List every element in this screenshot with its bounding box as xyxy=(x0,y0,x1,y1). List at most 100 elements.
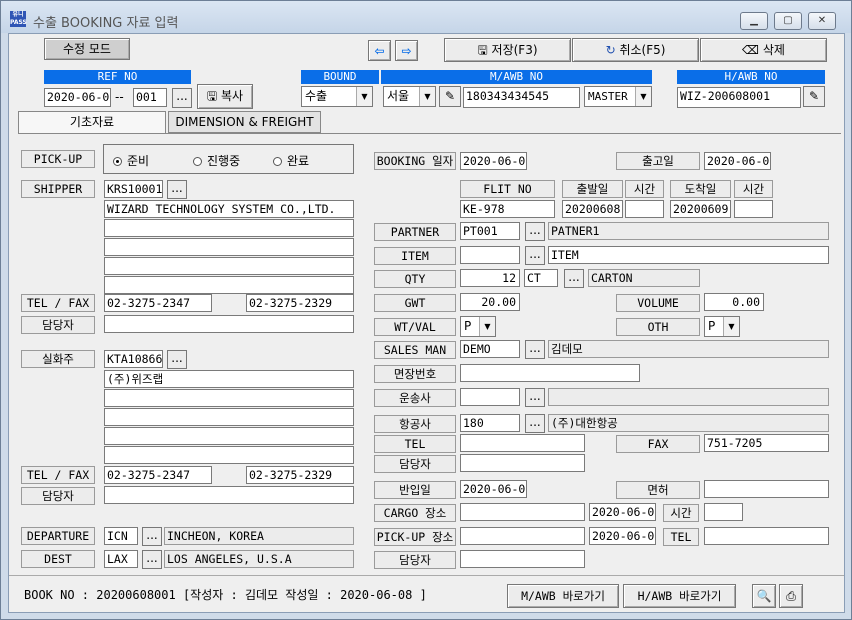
prev-arrow-icon[interactable]: ⇦ xyxy=(368,40,391,61)
arr-time-input[interactable] xyxy=(734,200,773,218)
item-lookup-button[interactable]: ... xyxy=(525,246,545,265)
delete-button[interactable]: ⌫ 삭제 xyxy=(700,38,827,62)
item-code-input[interactable] xyxy=(460,246,520,264)
sales-lookup-button[interactable]: ... xyxy=(525,340,545,359)
shipper-line-1[interactable]: WIZARD TECHNOLOGY SYSTEM CO.,LTD. xyxy=(104,200,354,218)
dep-time-input[interactable] xyxy=(625,200,664,218)
wtval-select[interactable]: P ▼ xyxy=(460,316,496,337)
inbound-date-input[interactable]: 2020-06-08 xyxy=(460,480,527,498)
release-date-input[interactable]: 2020-06-08 xyxy=(704,152,771,170)
cargo-date-input[interactable]: 2020-06-08 xyxy=(589,503,656,521)
departure-lookup-button[interactable]: ... xyxy=(142,527,162,546)
oth-select[interactable]: P ▼ xyxy=(704,316,740,337)
ref-date-input[interactable]: 2020-06-08 xyxy=(44,88,111,107)
dest-code-input[interactable]: LAX xyxy=(104,550,138,568)
flit-no-input[interactable]: KE-978 xyxy=(460,200,555,218)
departure-code-input[interactable]: ICN xyxy=(104,527,138,545)
license-input[interactable] xyxy=(460,364,640,382)
partner-code-input[interactable]: PT001 xyxy=(460,222,520,240)
shipper-line-5[interactable] xyxy=(104,276,354,294)
consignee-line-4[interactable] xyxy=(104,427,354,445)
qty-unit-lookup-button[interactable]: ... xyxy=(564,269,584,288)
floppy-icon: 🖫 xyxy=(206,89,221,103)
permit-input[interactable] xyxy=(704,480,829,498)
pickup-radio-done[interactable]: 완료 xyxy=(273,152,309,169)
partner-lookup-button[interactable]: ... xyxy=(525,222,545,241)
consignee-line-2[interactable] xyxy=(104,389,354,407)
shipper-line-2[interactable] xyxy=(104,219,354,237)
consignee-tel-input[interactable]: 02-3275-2347 xyxy=(104,466,212,484)
mawb-header: M/AWB NO xyxy=(381,70,652,84)
airline-contact-input[interactable] xyxy=(460,454,585,472)
consignee-fax-input[interactable]: 02-3275-2329 xyxy=(246,466,354,484)
tab-dimension[interactable]: DIMENSION & FREIGHT xyxy=(168,111,321,133)
airline-tel-input[interactable] xyxy=(460,434,585,452)
shipper-lookup-button[interactable]: ... xyxy=(167,180,187,199)
hawb-number-input[interactable]: WIZ-200608001 xyxy=(677,87,801,108)
carrier-lookup-button[interactable]: ... xyxy=(525,388,545,407)
shipper-code-input[interactable]: KRS10001 xyxy=(104,180,163,198)
close-button[interactable]: ✕ xyxy=(808,12,836,30)
shipper-contact-input[interactable] xyxy=(104,315,354,333)
bottom-contact-label: 담당자 xyxy=(374,551,456,569)
consignee-line-1[interactable]: (주)위즈랩 xyxy=(104,370,354,388)
mode-button[interactable]: 수정 모드 xyxy=(44,38,130,60)
bottom-contact-input[interactable] xyxy=(460,550,585,568)
airline-fax-input[interactable]: 751-7205 xyxy=(704,434,829,452)
mawb-number-input[interactable]: 180343434545 xyxy=(463,87,580,108)
mawb-type-select[interactable]: MASTER ▼ xyxy=(584,86,652,107)
ref-lookup-button[interactable]: ... xyxy=(172,88,192,108)
copy-button[interactable]: 🖫 복사 xyxy=(197,84,253,109)
booking-date-input[interactable]: 2020-06-08 xyxy=(460,152,527,170)
carrier-code-input[interactable] xyxy=(460,388,520,406)
ref-seq-input[interactable]: 001 xyxy=(133,88,167,107)
qty-input[interactable]: 12 xyxy=(460,269,520,287)
mawb-edit-pen-icon[interactable]: ✎ xyxy=(439,86,461,107)
consignee-code-input[interactable]: KTA10866 xyxy=(104,350,163,368)
save-button[interactable]: 🖫 저장(F3) xyxy=(444,38,571,62)
pickup-radio-progress[interactable]: 진행중 xyxy=(193,152,240,169)
bound-select[interactable]: 수출 ▼ xyxy=(301,86,373,107)
item-name-input[interactable]: ITEM xyxy=(548,246,829,264)
eraser-icon: ⌫ xyxy=(742,43,763,57)
pickup-tel-input[interactable] xyxy=(704,527,829,545)
consignee-lookup-button[interactable]: ... xyxy=(167,350,187,369)
next-arrow-icon[interactable]: ⇨ xyxy=(395,40,418,61)
dest-lookup-button[interactable]: ... xyxy=(142,550,162,569)
volume-input[interactable]: 0.00 xyxy=(704,293,764,311)
minimize-button[interactable]: ▁ xyxy=(740,12,768,30)
hawb-go-button[interactable]: H/AWB 바로가기 xyxy=(623,584,736,608)
tab-basic[interactable]: 기초자료 xyxy=(18,111,166,133)
carrier-name-field xyxy=(548,388,829,406)
cargo-label: CARGO 장소 xyxy=(374,504,456,522)
gwt-input[interactable]: 20.00 xyxy=(460,293,520,311)
city-select[interactable]: 서울 ▼ xyxy=(383,86,436,107)
sales-code-input[interactable]: DEMO xyxy=(460,340,520,358)
consignee-contact-input[interactable] xyxy=(104,486,354,504)
hawb-edit-pen-icon[interactable]: ✎ xyxy=(803,86,825,107)
cargo-time-input[interactable] xyxy=(704,503,743,521)
mawb-go-button[interactable]: M/AWB 바로가기 xyxy=(507,584,619,608)
airline-code-input[interactable]: 180 xyxy=(460,414,520,432)
shipper-fax-input[interactable]: 02-3275-2329 xyxy=(246,294,354,312)
consignee-line-5[interactable] xyxy=(104,446,354,464)
status-text: BOOK NO : 20200608001 [작성자 : 김데모 작성일 : 2… xyxy=(24,588,427,602)
pickup-place-input[interactable] xyxy=(460,527,585,545)
consignee-line-3[interactable] xyxy=(104,408,354,426)
arr-date-input[interactable]: 20200609 xyxy=(670,200,731,218)
shipper-tel-input[interactable]: 02-3275-2347 xyxy=(104,294,212,312)
pickup-radio-ready[interactable]: 준비 xyxy=(113,152,149,169)
printer-icon[interactable]: ⎙ xyxy=(779,584,803,608)
cargo-place-input[interactable] xyxy=(460,503,585,521)
cancel-button[interactable]: ↻ 취소(F5) xyxy=(572,38,699,62)
pickup-date-input[interactable]: 2020-06-08 xyxy=(589,527,656,545)
print-preview-icon[interactable]: 🔍 xyxy=(752,584,776,608)
shipper-line-3[interactable] xyxy=(104,238,354,256)
qty-unit-input[interactable]: CT xyxy=(524,269,558,287)
ref-separator: -- xyxy=(115,90,124,104)
shipper-line-4[interactable] xyxy=(104,257,354,275)
maximize-button[interactable]: ▢ xyxy=(774,12,802,30)
airline-lookup-button[interactable]: ... xyxy=(525,414,545,433)
ref-no-header: REF NO xyxy=(44,70,191,84)
dep-date-input[interactable]: 20200608 xyxy=(562,200,623,218)
